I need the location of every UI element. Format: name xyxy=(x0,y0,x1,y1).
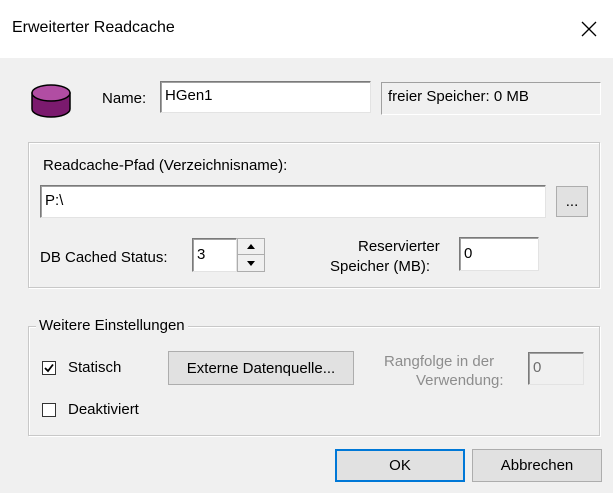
path-label: Readcache-Pfad (Verzeichnisname): xyxy=(43,157,288,174)
reserved-label-line1: Reservierter xyxy=(358,238,440,255)
name-label: Name: xyxy=(102,90,147,107)
name-input[interactable]: HGen1 xyxy=(160,81,371,113)
cancel-button[interactable]: Abbrechen xyxy=(472,449,602,482)
reserved-input[interactable]: 0 xyxy=(459,237,539,271)
checkmark-icon xyxy=(44,363,54,373)
deactivated-checkbox[interactable] xyxy=(42,403,56,417)
reserved-label-line2: Speicher (MB): xyxy=(330,258,431,275)
free-memory-display: freier Speicher: 0 MB xyxy=(381,82,601,115)
title-bar: Erweiterter Readcache xyxy=(0,0,613,58)
ok-button[interactable]: OK xyxy=(335,449,465,482)
rank-label-line1: Rangfolge in der xyxy=(384,353,495,370)
browse-button[interactable]: ... xyxy=(556,186,588,217)
external-source-button[interactable]: Externe Datenquelle... xyxy=(168,351,354,385)
deactivated-label[interactable]: Deaktiviert xyxy=(68,401,139,418)
status-label: DB Cached Status: xyxy=(40,249,168,266)
rank-input[interactable]: 0 xyxy=(528,352,584,385)
spin-up-button[interactable] xyxy=(238,239,264,255)
spin-down-button[interactable] xyxy=(238,255,264,271)
static-label[interactable]: Statisch xyxy=(68,359,121,376)
close-button[interactable] xyxy=(565,0,613,58)
status-spinner[interactable] xyxy=(237,238,265,272)
arrow-down-icon xyxy=(247,260,255,266)
window-title: Erweiterter Readcache xyxy=(12,19,175,36)
settings-group-title: Weitere Einstellungen xyxy=(36,317,188,334)
close-icon xyxy=(581,21,597,37)
arrow-up-icon xyxy=(247,244,255,249)
static-checkbox[interactable] xyxy=(42,361,56,375)
database-icon xyxy=(31,84,71,118)
path-input[interactable]: P:\ xyxy=(40,185,546,218)
rank-label-line2: Verwendung: xyxy=(416,372,504,389)
status-input[interactable]: 3 xyxy=(192,238,237,272)
